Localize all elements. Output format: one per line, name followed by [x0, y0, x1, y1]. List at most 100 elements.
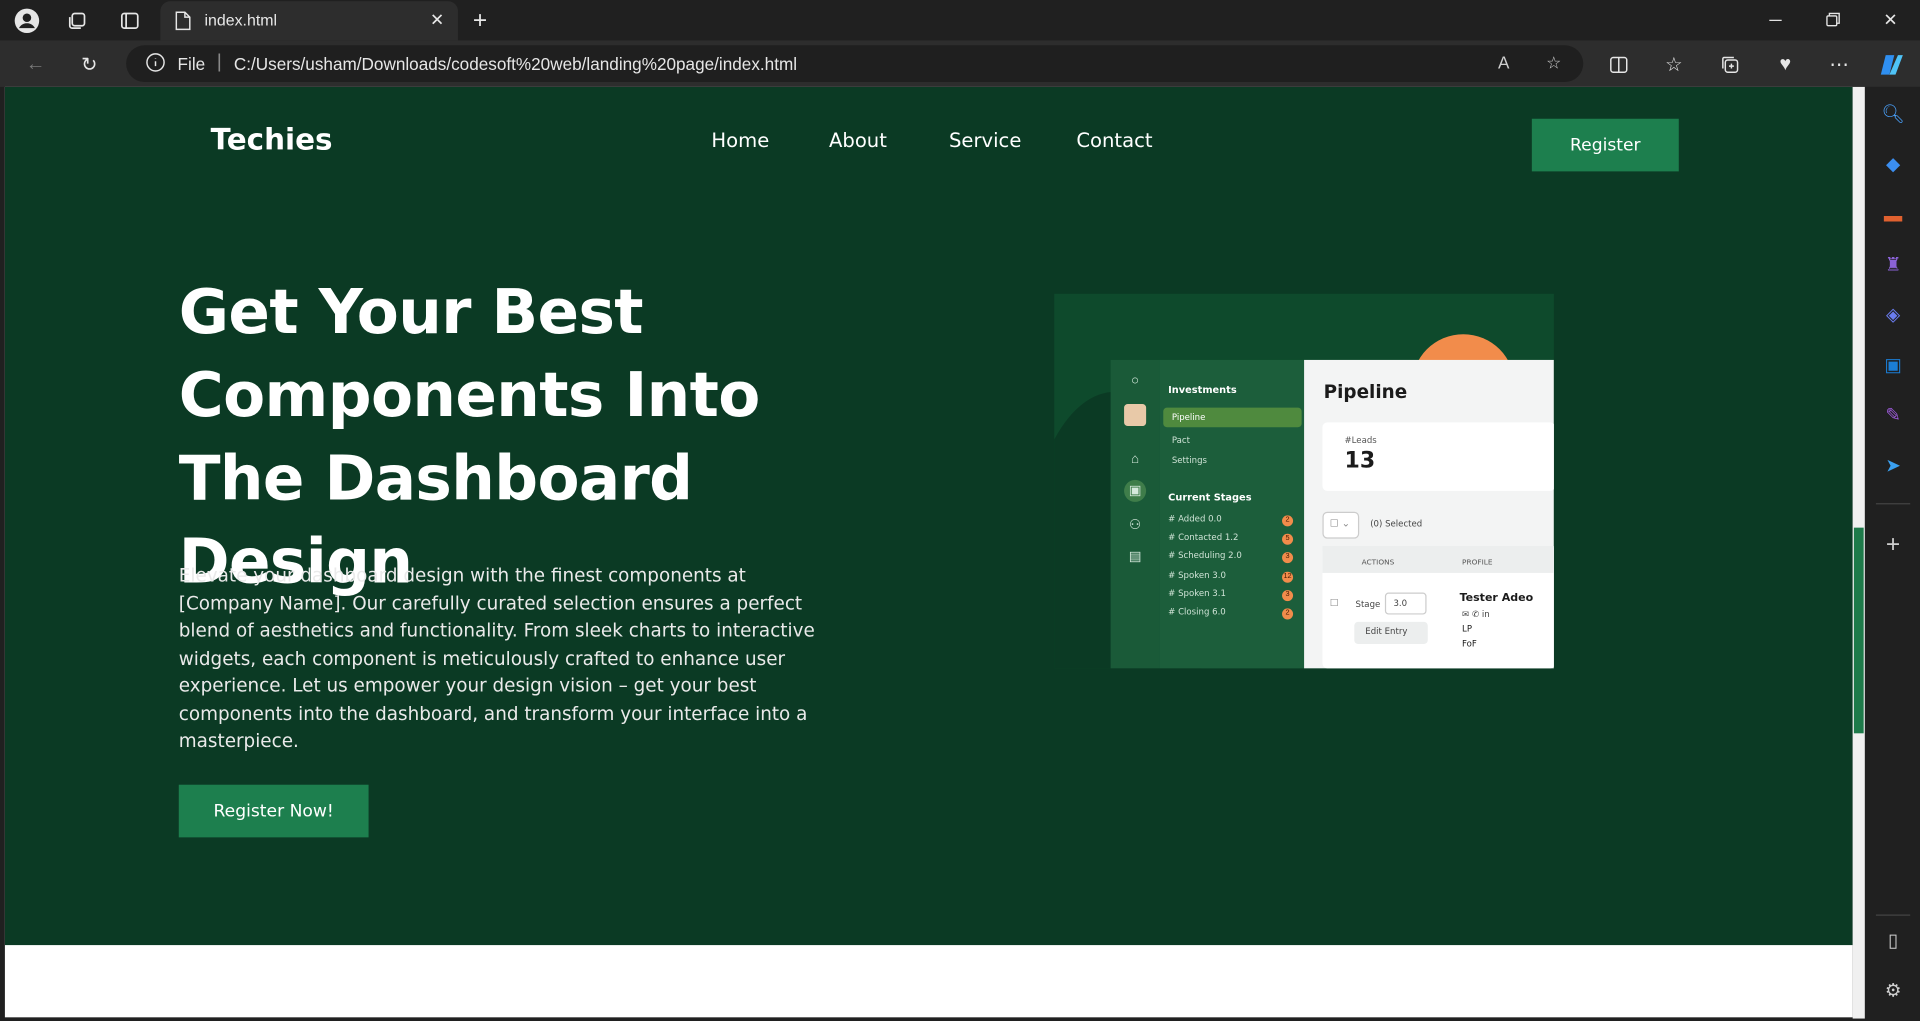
stage-count-badge: 5: [1282, 533, 1294, 545]
selected-label: (0) Selected: [1370, 519, 1423, 529]
outlook-icon[interactable]: ▣: [1880, 351, 1907, 378]
building-icon: ▤: [1128, 549, 1142, 565]
leads-label: #Leads: [1344, 435, 1377, 446]
stages-heading: Current Stages: [1168, 492, 1252, 504]
logo-ring-icon: ○: [1131, 373, 1140, 389]
stage-row: # Scheduling 2.0: [1168, 550, 1242, 561]
menu-item-pact: Pact: [1171, 435, 1190, 446]
collections-icon[interactable]: [1716, 50, 1745, 79]
add-icon[interactable]: +: [1880, 531, 1907, 558]
page-viewport: Techies Home About Service Contact Regis…: [4, 86, 1853, 1018]
url-text[interactable]: C:/Users/usham/Downloads/codesoft%20web/…: [234, 54, 797, 74]
nav-link-about[interactable]: About: [829, 129, 887, 152]
stage-select: 3.0: [1384, 592, 1427, 615]
row-checkbox-icon: ☐: [1329, 597, 1339, 609]
profile-avatar-icon[interactable]: [13, 7, 40, 34]
menu-item-pipeline: Pipeline: [1171, 412, 1206, 423]
stage-row: # Contacted 1.2: [1168, 532, 1239, 543]
menu-heading: Investments: [1168, 384, 1237, 396]
user-avatar-icon: [1124, 403, 1147, 427]
tab-title: index.html: [204, 11, 278, 30]
checkbox-chevron-icon: ☐ ⌄: [1329, 517, 1350, 529]
stage-count-badge: 3: [1282, 552, 1294, 564]
dashboard-menu: Investments Pipeline Pact Settings Curre…: [1159, 359, 1305, 669]
col-actions: ACTIONS: [1361, 558, 1395, 567]
dashboard-icon-rail: ○ ⌂ ▣ ⚇ ▤: [1110, 359, 1160, 669]
brand-logo[interactable]: Techies: [211, 122, 333, 156]
close-window-icon[interactable]: ✕: [1866, 5, 1915, 34]
stage-row: # Spoken 3.1: [1168, 588, 1226, 599]
games-icon[interactable]: ♜: [1880, 251, 1907, 278]
edge-sidebar: 🔍︎ ◆ ▬ ♜ ◈ ▣ ✎ ➤ + ▯ ⚙: [1864, 86, 1920, 1021]
copilot-sidebar-icon[interactable]: ◈: [1880, 301, 1907, 328]
tab-actions-icon[interactable]: [116, 7, 143, 34]
users-icon: ⚇: [1129, 517, 1142, 533]
stage-count-badge: 3: [1282, 590, 1294, 602]
select-checkbox-dropdown: ☐ ⌄: [1322, 511, 1360, 539]
workspaces-icon[interactable]: [64, 7, 91, 34]
favorite-star-icon[interactable]: ☆: [1542, 53, 1566, 74]
hero-section: Techies Home About Service Contact Regis…: [4, 86, 1853, 946]
favorites-icon[interactable]: ☆: [1659, 50, 1688, 79]
menu-item-settings: Settings: [1171, 455, 1208, 466]
edit-entry-button: Edit Entry: [1354, 621, 1428, 644]
stage-label: Stage: [1355, 599, 1381, 610]
browser-tab[interactable]: index.html ✕: [160, 1, 458, 41]
page-scrollbar[interactable]: [1852, 86, 1865, 1019]
bank-icon: ⌂: [1131, 451, 1140, 467]
url-separator: |: [216, 51, 222, 73]
search-icon[interactable]: 🔍︎: [1880, 100, 1907, 127]
stage-row: # Spoken 3.0: [1168, 570, 1226, 581]
file-icon: [175, 11, 191, 37]
profile-name: Tester Adeo: [1459, 592, 1534, 605]
send-icon[interactable]: ➤: [1880, 452, 1907, 479]
shopping-tag-icon[interactable]: ◆: [1880, 151, 1907, 178]
col-profile: PROFILE: [1462, 558, 1493, 567]
url-scheme-label: File: [177, 53, 206, 74]
more-options-icon[interactable]: ⋯: [1824, 50, 1853, 79]
nav-link-contact[interactable]: Contact: [1076, 129, 1152, 152]
minimize-icon[interactable]: ─: [1751, 5, 1800, 34]
browser-titlebar: index.html ✕ + ─ ✕: [0, 0, 1920, 41]
tools-briefcase-icon[interactable]: ▬: [1880, 202, 1907, 229]
back-icon[interactable]: ←: [21, 50, 50, 79]
restore-icon[interactable]: [1809, 5, 1858, 34]
nav-link-service[interactable]: Service: [949, 129, 1021, 152]
profile-line-2: FoF: [1462, 639, 1477, 649]
pipeline-panel: Pipeline #Leads 13 ☐ ⌄ (0) Selected ACTI…: [1304, 359, 1554, 669]
refresh-icon[interactable]: ↻: [75, 50, 104, 79]
hero-description: Elevate your dashboard design with the f…: [178, 564, 815, 752]
sidebar-divider: [1875, 914, 1911, 916]
register-now-button[interactable]: Register Now!: [178, 784, 369, 838]
profile-line-1: LP: [1462, 624, 1472, 635]
close-tab-icon[interactable]: ✕: [426, 9, 448, 31]
stage-count-badge: 12: [1282, 571, 1294, 583]
copilot-icon[interactable]: [1877, 50, 1906, 79]
address-bar[interactable]: File | C:/Users/usham/Downloads/codesoft…: [126, 45, 1584, 83]
hide-sidebar-icon[interactable]: ▯: [1880, 927, 1907, 954]
contact-icons: ✉ ✆ in: [1462, 609, 1490, 620]
browser-essentials-icon[interactable]: ♥: [1771, 50, 1800, 79]
register-button[interactable]: Register: [1531, 118, 1679, 172]
nav-link-home[interactable]: Home: [711, 129, 769, 152]
panel-title: Pipeline: [1323, 380, 1408, 403]
designer-icon[interactable]: ✎: [1880, 402, 1907, 429]
browser-toolbar: ← ↻ File | C:/Users/usham/Downloads/code…: [0, 40, 1920, 87]
table-card: ACTIONS PROFILE ☐ Stage 3.0 Edit Entry T…: [1322, 546, 1554, 669]
stage-count-badge: 2: [1282, 608, 1294, 620]
table-header-bg: [1322, 546, 1554, 573]
hero-headline: Get Your Best Components Into The Dashbo…: [178, 276, 761, 598]
sidebar-divider: [1875, 503, 1911, 505]
new-tab-icon[interactable]: +: [467, 7, 494, 34]
read-aloud-icon[interactable]: A: [1491, 53, 1515, 73]
settings-gear-icon[interactable]: ⚙: [1880, 977, 1907, 1004]
stage-count-badge: 2: [1282, 515, 1294, 527]
split-screen-icon[interactable]: [1604, 50, 1633, 79]
dashboard-preview-image: ○ ⌂ ▣ ⚇ ▤ Investments Pipeline Pact Sett…: [1054, 293, 1554, 669]
stage-row: # Added 0.0: [1168, 514, 1222, 524]
scrollbar-thumb[interactable]: [1853, 527, 1864, 734]
wallet-icon: ▣: [1124, 479, 1147, 502]
stage-row: # Closing 6.0: [1168, 607, 1226, 618]
leads-card: #Leads 13: [1322, 422, 1554, 491]
info-icon[interactable]: [146, 53, 166, 76]
